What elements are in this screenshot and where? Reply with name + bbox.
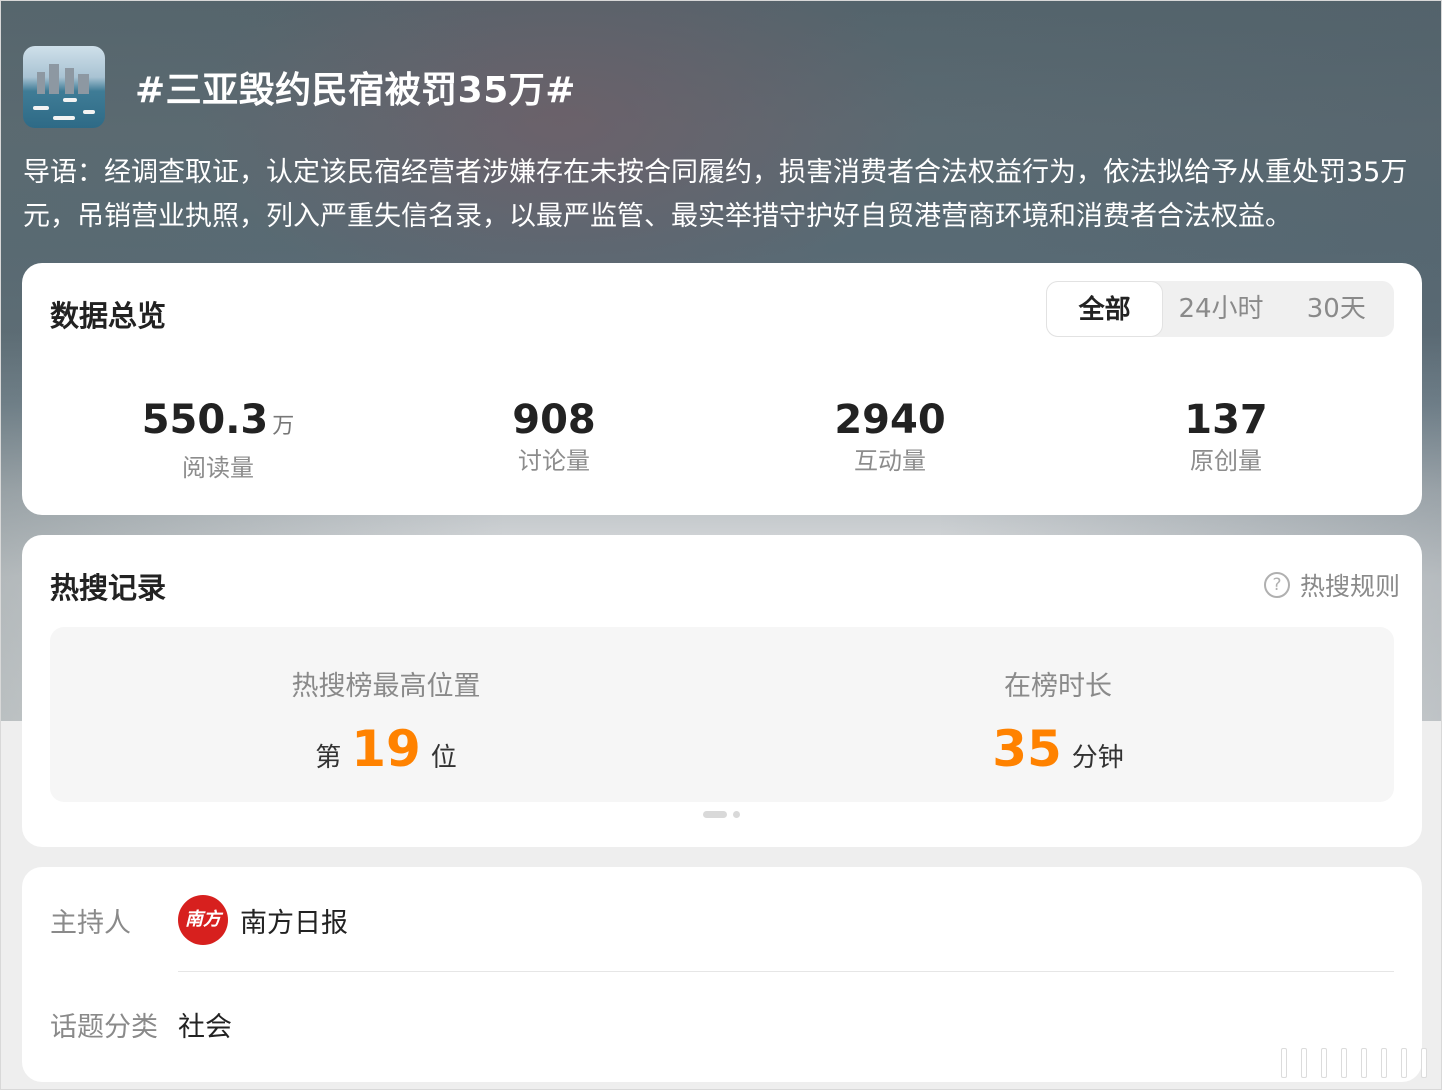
- stats-row: 550.3 万 阅读量 908 讨论量 2940 互动量 137 原创量: [22, 395, 1422, 484]
- topic-header: #三亚毁约民宿被罚35万#: [23, 46, 576, 128]
- data-overview-title: 数据总览: [50, 299, 167, 333]
- stat-interactions-label: 互动量: [854, 447, 926, 475]
- hot-search-rules-link[interactable]: ? 热搜规则: [1263, 567, 1400, 603]
- peak-position-prefix: 第: [315, 743, 342, 773]
- duration-value: 35: [992, 720, 1062, 778]
- data-overview-card: 数据总览 全部 24小时 30天 550.3 万 阅读量 908 讨论量 2940…: [22, 263, 1422, 515]
- stat-discussions-value: 908: [512, 397, 596, 443]
- stat-interactions-value: 2940: [834, 397, 946, 443]
- on-list-duration: 在榜时长 35 分钟: [722, 627, 1394, 802]
- host-avatar[interactable]: 南方+: [178, 895, 228, 980]
- duration-label: 在榜时长: [1004, 671, 1112, 702]
- stat-interactions: 2940 互动量: [722, 395, 1058, 484]
- peak-position-label: 热搜榜最高位置: [291, 671, 481, 702]
- info-divider: [178, 971, 1394, 972]
- stat-originals-value: 137: [1184, 397, 1268, 443]
- peak-position-suffix: 位: [430, 743, 457, 773]
- category-label: 话题分类: [50, 1012, 158, 1043]
- category-value: 社会: [178, 1012, 232, 1043]
- host-label: 主持人: [50, 907, 131, 939]
- tab-24h[interactable]: 24小时: [1163, 281, 1278, 337]
- topic-thumbnail-image[interactable]: [23, 46, 105, 128]
- hot-search-rules-label: 热搜规则: [1299, 572, 1400, 601]
- stat-reads-unit: 万: [272, 414, 295, 439]
- host-name[interactable]: 南方日报: [240, 901, 348, 940]
- topic-lead: 导语：经调查取证，认定该民宿经营者涉嫌存在未按合同履约，损害消费者合法权益行为，…: [23, 157, 1408, 232]
- stat-reads: 550.3 万 阅读量: [50, 395, 386, 484]
- stat-discussions: 908 讨论量: [386, 395, 722, 484]
- stat-reads-label: 阅读量: [182, 454, 254, 482]
- watermark-bars: [1197, 1043, 1427, 1083]
- host-row: 主持人 南方+ 南方日报: [50, 895, 348, 980]
- topic-title: #三亚毁约民宿被罚35万#: [135, 70, 576, 111]
- peak-position-value: 19: [351, 720, 421, 778]
- stat-discussions-label: 讨论量: [518, 447, 590, 475]
- hot-search-card: 热搜记录 ? 热搜规则 热搜榜最高位置 第 19 位 在榜时长 35 分钟: [22, 535, 1422, 847]
- tab-all[interactable]: 全部: [1046, 281, 1164, 337]
- time-range-tabs: 全部 24小时 30天: [1046, 281, 1394, 337]
- hot-search-title: 热搜记录: [50, 571, 167, 605]
- tab-30d[interactable]: 30天: [1279, 281, 1394, 337]
- category-row: 话题分类 社会: [50, 1005, 232, 1044]
- carousel-dot-active: [703, 811, 727, 818]
- duration-suffix: 分钟: [1071, 743, 1124, 773]
- hot-search-stats-box: 热搜榜最高位置 第 19 位 在榜时长 35 分钟: [50, 627, 1394, 802]
- stat-reads-value: 550.3: [141, 397, 269, 443]
- question-icon: ?: [1263, 572, 1290, 598]
- carousel-indicator: [703, 811, 740, 818]
- carousel-dot: [733, 811, 740, 818]
- topic-page: #三亚毁约民宿被罚35万# 导语：经调查取证，认定该民宿经营者涉嫌存在未按合同履…: [0, 0, 1442, 1090]
- peak-position: 热搜榜最高位置 第 19 位: [50, 627, 722, 802]
- stat-originals-label: 原创量: [1190, 447, 1262, 475]
- stat-originals: 137 原创量: [1058, 395, 1394, 484]
